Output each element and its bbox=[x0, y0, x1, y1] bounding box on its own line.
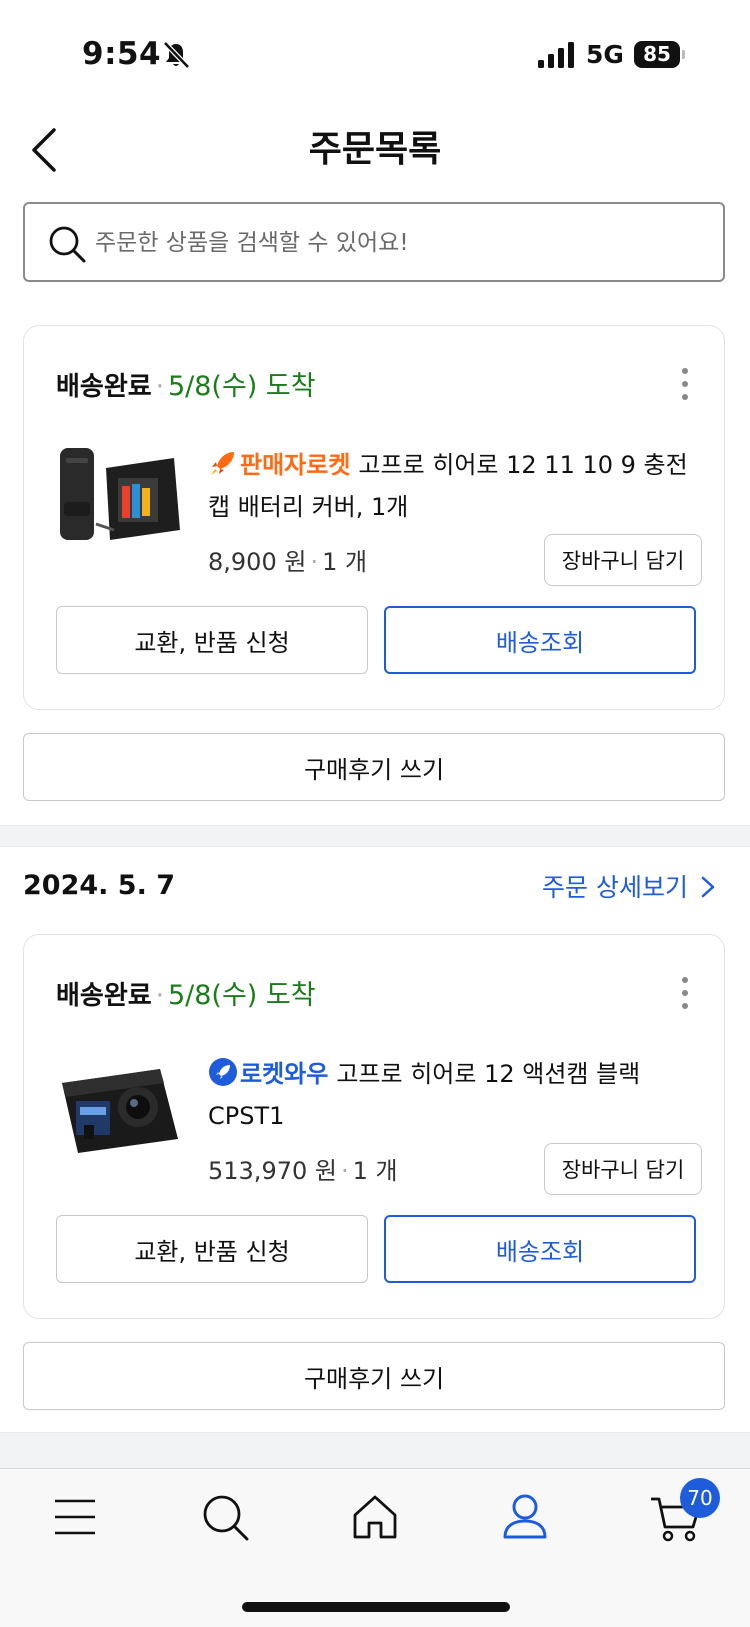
track-delivery-button[interactable]: 배송조회 bbox=[384, 1215, 696, 1283]
delivery-status: 배송완료 · 5/8(수) 도착 bbox=[56, 364, 316, 403]
bell-off-icon bbox=[163, 41, 190, 69]
chevron-right-icon bbox=[701, 876, 715, 898]
network-type: 5G bbox=[586, 40, 624, 69]
page-header: 주문목록 bbox=[0, 110, 750, 194]
seller-rocket-badge: 판매자로켓 bbox=[208, 451, 350, 479]
order-card: 배송완료 · 5/8(수) 도착 판매자로켓 고프로 히어로 12 11 10 9 충… bbox=[23, 325, 725, 710]
price: 513,970 원 bbox=[208, 1157, 337, 1185]
battery-tip bbox=[682, 50, 685, 59]
separator-dot: · bbox=[310, 548, 319, 576]
write-review-button[interactable]: 구매후기 쓰기 bbox=[23, 1342, 725, 1410]
page-title: 주문목록 bbox=[308, 129, 442, 170]
add-to-cart-button[interactable]: 장바구니 담기 bbox=[544, 534, 702, 586]
badge-label: 로켓와우 bbox=[240, 1060, 329, 1088]
search-box[interactable] bbox=[23, 202, 725, 282]
badge-label: 판매자로켓 bbox=[240, 451, 351, 479]
quantity: 1 개 bbox=[352, 1157, 398, 1185]
home-indicator bbox=[242, 1602, 510, 1612]
rocket-icon bbox=[209, 1058, 237, 1086]
more-options-icon[interactable] bbox=[670, 366, 700, 402]
separator-dot: · bbox=[155, 372, 164, 402]
more-options-icon[interactable] bbox=[670, 975, 700, 1011]
menu-icon[interactable] bbox=[45, 1487, 105, 1547]
arrival-date: 5/8(수) 도착 bbox=[167, 371, 316, 402]
status-time: 9:54 bbox=[82, 36, 162, 72]
add-to-cart-button[interactable]: 장바구니 담기 bbox=[544, 1143, 702, 1195]
product-image[interactable] bbox=[56, 1053, 184, 1157]
product-image[interactable] bbox=[56, 444, 184, 548]
battery-icon: 85 bbox=[634, 41, 680, 68]
price-quantity: 513,970 원 · 1 개 bbox=[208, 1151, 398, 1186]
price-quantity: 8,900 원 · 1 개 bbox=[208, 542, 367, 577]
user-icon[interactable] bbox=[495, 1487, 555, 1547]
separator-dot: · bbox=[340, 1157, 349, 1185]
search-icon[interactable] bbox=[195, 1487, 255, 1547]
order-detail-link[interactable]: 주문 상세보기 bbox=[542, 868, 716, 904]
order-card: 배송완료 · 5/8(수) 도착 로켓와우 고프로 히어로 12 액션캠 블랙 CPS… bbox=[23, 934, 725, 1319]
delivery-status: 배송완료 · 5/8(수) 도착 bbox=[56, 973, 316, 1012]
status-label: 배송완료 bbox=[56, 372, 152, 402]
exchange-return-button[interactable]: 교환, 반품 신청 bbox=[56, 1215, 368, 1283]
price: 8,900 원 bbox=[208, 548, 307, 576]
status-bar: 9:54 5G 85 bbox=[0, 0, 750, 110]
separator-dot: · bbox=[155, 981, 164, 1011]
rocket-icon bbox=[211, 452, 234, 475]
order-detail-label: 주문 상세보기 bbox=[542, 873, 688, 902]
home-icon[interactable] bbox=[345, 1487, 405, 1547]
product-title[interactable]: 판매자로켓 고프로 히어로 12 11 10 9 충전캡 배터리 커버, 1개 bbox=[208, 444, 688, 528]
status-label: 배송완료 bbox=[56, 981, 152, 1011]
search-input[interactable] bbox=[93, 216, 697, 270]
track-delivery-button[interactable]: 배송조회 bbox=[384, 606, 696, 674]
exchange-return-button[interactable]: 교환, 반품 신청 bbox=[56, 606, 368, 674]
quantity: 1 개 bbox=[322, 548, 368, 576]
section-divider bbox=[0, 825, 750, 847]
arrival-date: 5/8(수) 도착 bbox=[167, 980, 316, 1011]
rocket-wow-badge: 로켓와우 bbox=[208, 1058, 329, 1088]
write-review-button[interactable]: 구매후기 쓰기 bbox=[23, 733, 725, 801]
section-divider bbox=[0, 1432, 750, 1470]
search-icon bbox=[49, 226, 86, 263]
product-title[interactable]: 로켓와우 고프로 히어로 12 액션캠 블랙 CPST1 bbox=[208, 1053, 688, 1137]
signal-icon bbox=[538, 42, 574, 68]
order-date: 2024. 5. 7 bbox=[23, 870, 176, 901]
cart-count-badge: 70 bbox=[680, 1478, 720, 1518]
